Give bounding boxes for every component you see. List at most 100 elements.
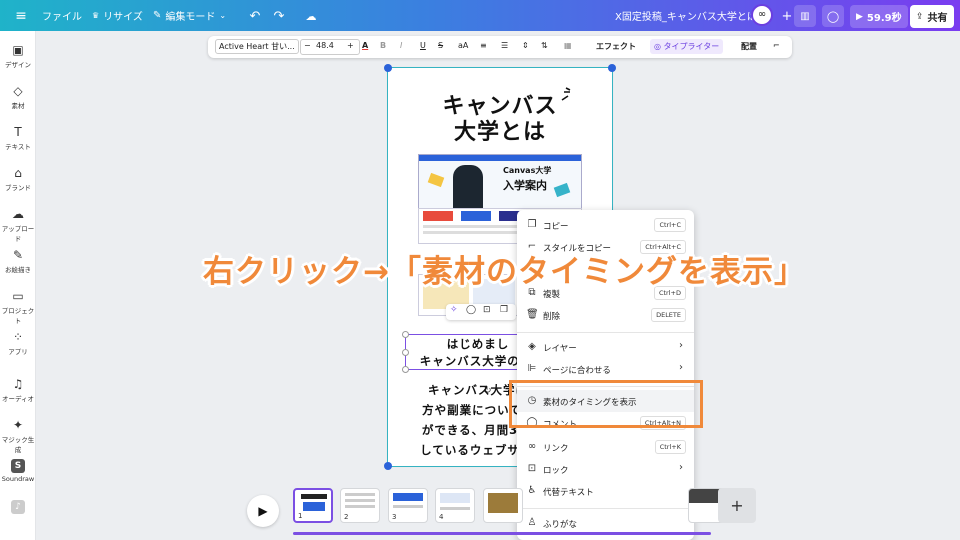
sidebar-item-design[interactable]: ▣ デザイン — [0, 43, 36, 69]
edit-mode-label: 編集モード — [165, 12, 216, 23]
align-icon: ⊫ — [527, 363, 537, 374]
audio-icon: ♫ — [12, 377, 24, 391]
page-thumbnail[interactable] — [483, 488, 523, 523]
sidebar: ▣ デザイン ◇ 素材 T テキスト ⌂ ブランド ☁ アップロード ✎ お絵描… — [0, 31, 36, 540]
sidebar-item-app-extra[interactable]: ♪ — [0, 500, 36, 516]
text-icon: T — [14, 125, 22, 139]
menu-item-label: リンク — [543, 444, 569, 454]
magic-edit-icon[interactable]: ✧ — [450, 305, 458, 315]
soundraw-icon: S — [11, 459, 25, 473]
play-icon: ▶ — [258, 504, 268, 518]
text-color-icon[interactable]: A — [362, 41, 368, 50]
effects-button[interactable]: エフェクト — [596, 41, 636, 52]
brand-icon: ⌂ — [14, 166, 22, 180]
share-label: 共有 — [927, 13, 948, 24]
menu-item-shortcut: DELETE — [651, 308, 686, 322]
add-page-button[interactable]: + — [718, 488, 756, 523]
page-thumbnail[interactable]: 1 — [293, 488, 333, 523]
play-icon: ▶ — [856, 11, 863, 22]
letter-case-icon[interactable]: aA — [458, 41, 468, 50]
font-selector[interactable]: Active Heart 甘い... — [215, 39, 299, 54]
menu-item-align-page[interactable]: ⊫ ページに合わせる › — [517, 358, 694, 380]
menu-divider — [517, 332, 694, 333]
file-menu-label: ファイル — [42, 12, 82, 23]
lock-icon: ⊡ — [527, 463, 537, 474]
page-number: 4 — [439, 513, 444, 521]
sidebar-item-apps[interactable]: ⁘ アプリ — [0, 330, 36, 356]
menu-item-layer[interactable]: ◈ レイヤー › — [517, 336, 694, 358]
bold-icon[interactable]: B — [380, 41, 386, 50]
menu-item-label: レイヤー — [543, 344, 577, 354]
underline-icon[interactable]: U — [420, 41, 426, 50]
edit-mode-button[interactable]: ✎ 編集モード ⌄ — [153, 8, 226, 23]
sidebar-item-brand[interactable]: ⌂ ブランド — [0, 166, 36, 192]
lock-action-icon[interactable]: ⊡ — [483, 305, 491, 315]
undo-button[interactable]: ↶ — [244, 5, 266, 27]
file-menu[interactable]: ファイル — [42, 8, 82, 23]
document-title[interactable]: X固定投稿_キャンバス大学とは — [615, 8, 757, 23]
menu-item-shortcut: Ctrl+K — [654, 440, 686, 454]
vertical-text-icon[interactable]: ⇅ — [541, 41, 548, 50]
animation-icon: ◎ — [654, 42, 661, 51]
menu-icon[interactable]: ≡ — [10, 5, 32, 27]
transparency-icon[interactable]: ▦ — [564, 41, 572, 50]
banner-image[interactable]: Canvas大学 入学案内 — [418, 154, 582, 214]
menu-item-copy[interactable]: ❐ コピー Ctrl+C — [517, 214, 694, 236]
menu-item-lock[interactable]: ⊡ ロック › — [517, 458, 694, 480]
strikethrough-icon[interactable]: S — [438, 41, 443, 50]
cloud-save-icon[interactable]: ☁ — [300, 5, 322, 27]
line-spacing-icon[interactable]: ⇕ — [522, 41, 529, 50]
duplicate-action-icon[interactable]: ❐ — [500, 305, 508, 315]
font-size-decrease-button[interactable]: − — [304, 41, 311, 50]
page-thumbnail[interactable]: 3 — [388, 488, 428, 523]
arrange-button[interactable]: 配置 — [741, 41, 757, 52]
menu-item-delete[interactable]: 🗑 削除 DELETE — [517, 304, 694, 326]
menu-item-link[interactable]: ∞ リンク Ctrl+K — [517, 436, 694, 458]
resize-button[interactable]: ♛ リサイズ — [92, 8, 143, 23]
sidebar-item-label: 素材 — [11, 102, 25, 110]
list-icon[interactable]: ☰ — [501, 41, 508, 50]
page-thumbnail[interactable]: 2 — [340, 488, 380, 523]
sidebar-item-upload[interactable]: ☁ アップロード — [0, 207, 36, 243]
crown-icon: ♛ — [92, 11, 100, 20]
italic-icon[interactable]: I — [400, 41, 402, 50]
sidebar-item-elements[interactable]: ◇ 素材 — [0, 84, 36, 110]
sidebar-item-draw[interactable]: ✎ お絵描き — [0, 248, 36, 274]
page-thumbnail[interactable]: 4 — [435, 488, 475, 523]
menu-item-label: コピー — [543, 222, 569, 232]
comments-button[interactable]: ◯ — [822, 5, 844, 27]
chevron-right-icon: › — [679, 362, 683, 373]
present-button[interactable]: ▶ 59.9秒 — [850, 5, 908, 28]
redo-icon: ↷ — [273, 8, 285, 24]
sidebar-item-soundraw[interactable]: S Soundraw — [0, 459, 36, 483]
upload-icon: ☁ — [12, 207, 24, 221]
insights-button[interactable]: ▥ — [794, 5, 816, 27]
sidebar-item-text[interactable]: T テキスト — [0, 125, 36, 151]
sidebar-item-magic[interactable]: ✦ マジック生成 — [0, 418, 36, 454]
typewriter-button[interactable]: ◎ タイプライター — [650, 39, 724, 54]
corner-handle[interactable] — [608, 64, 616, 72]
avatar[interactable]: ∞ — [751, 4, 773, 26]
corner-handle[interactable] — [384, 462, 392, 470]
document-title-label: X固定投稿_キャンバス大学とは — [615, 12, 757, 23]
sidebar-item-audio[interactable]: ♫ オーディオ — [0, 377, 36, 403]
canvas-title-line2[interactable]: 大学とは — [388, 114, 612, 146]
corner-handle[interactable] — [384, 64, 392, 72]
font-size-input[interactable]: 48.4 — [316, 41, 334, 50]
page-number: 1 — [298, 512, 303, 520]
font-size-increase-button[interactable]: + — [347, 41, 354, 50]
align-center-icon[interactable]: ≡ — [480, 41, 487, 50]
redo-button[interactable]: ↷ — [268, 5, 290, 27]
sidebar-item-projects[interactable]: ▭ プロジェクト — [0, 289, 36, 325]
timeline-progress[interactable] — [293, 532, 711, 535]
sidebar-item-label: マジック生成 — [1, 436, 35, 454]
play-button[interactable]: ▶ — [247, 495, 279, 527]
sidebar-item-label: デザイン — [5, 61, 31, 69]
share-button[interactable]: ⇪ 共有 — [910, 5, 954, 28]
comment-action-icon[interactable]: ◯ — [466, 305, 476, 315]
paint-format-icon[interactable]: ⌐ — [773, 41, 780, 50]
menu-item-label: ページに合わせる — [543, 366, 611, 376]
banner-title1: Canvas大学 — [503, 166, 552, 175]
link-icon: ∞ — [527, 441, 537, 452]
chevron-down-icon: ⌄ — [219, 11, 227, 20]
